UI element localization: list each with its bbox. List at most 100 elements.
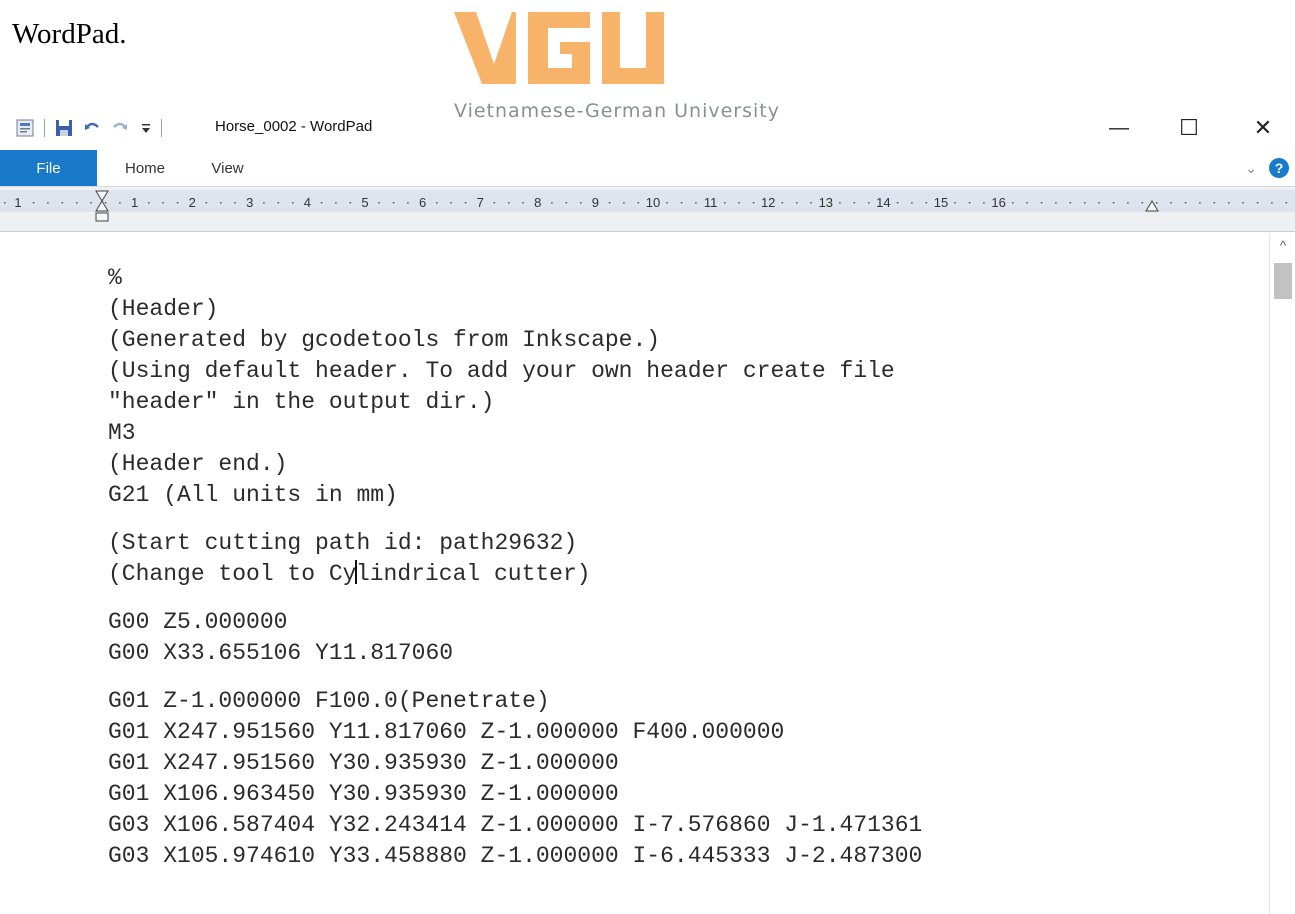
left-indent-marker-icon[interactable] [95,190,109,222]
close-button[interactable]: ✕ [1240,110,1286,146]
text-line[interactable]: G01 Z-1.000000 F100.0(Penetrate) [108,686,922,717]
text-line[interactable]: G03 X105.974610 Y33.458880 Z-1.000000 I-… [108,841,922,872]
ruler-tick [176,202,179,204]
minimize-button[interactable]: — [1096,110,1142,146]
text-line[interactable]: G00 Z5.000000 [108,607,922,638]
ruler-tick [162,202,164,204]
tab-view[interactable]: View [200,150,255,186]
text-line[interactable]: (Change tool to Cylindrical cutter) [108,559,922,590]
ruler-tick [335,202,337,204]
help-icon[interactable]: ? [1269,158,1289,178]
line-segment: (Change tool to Cy [108,561,357,587]
ruler-tick [1012,202,1014,204]
blank-line[interactable] [108,669,922,686]
ruler-label: 1 [131,195,138,210]
ruler-tick [551,202,553,204]
vertical-scrollbar[interactable]: ^ [1269,233,1295,914]
ruler-tick [752,202,755,204]
ruler-tick [680,202,683,204]
ruler-tick [378,202,380,204]
ruler-tick [1271,202,1273,204]
ruler-tick [608,202,611,204]
ruler-tick [4,202,6,204]
text-line[interactable]: "header" in the output dir.) [108,387,922,418]
ruler-tick [1127,202,1129,204]
text-line[interactable]: G01 X106.963450 Y30.935930 Z-1.000000 [108,779,922,810]
window-title: Horse_0002 - WordPad [215,118,373,135]
ruler-label: 7 [477,195,484,210]
text-line[interactable]: G01 X247.951560 Y30.935930 Z-1.000000 [108,748,922,779]
ruler-label: 5 [361,195,368,210]
ruler-tick [781,202,784,204]
ruler-label: 4 [304,195,311,210]
quick-access-toolbar [14,116,170,140]
save-icon[interactable] [53,117,75,139]
ruler-tick [1242,202,1244,204]
ruler-tick [738,202,740,204]
blank-line[interactable] [108,590,922,607]
ruler-tick [392,202,395,204]
ruler-tick [580,202,582,204]
ruler-tick [148,202,150,204]
ruler-tick [234,202,236,204]
customize-qat-icon[interactable] [135,117,157,139]
ruler-tick [1084,202,1086,204]
ruler-tick [493,202,496,204]
text-line[interactable]: (Using default header. To add your own h… [108,356,922,387]
ruler-tick [407,202,409,204]
ruler-tick [1228,202,1230,204]
document-text[interactable]: % (Header) (Generated by gcodetools from I… [108,263,922,872]
ruler-tick [868,202,870,204]
ruler[interactable]: 1 1 2 3 4 5 6 7 8 9 10 11 12 13 14 15 16 [0,186,1295,232]
blank-line[interactable] [108,511,922,528]
qat-separator [161,119,162,137]
text-line[interactable]: G21 (All units in mm) [108,480,922,511]
text-line[interactable]: (Generated by gcodetools from Inkscape.) [108,325,922,356]
ruler-tick [450,202,452,204]
ruler-tick [1184,202,1187,204]
text-line[interactable]: % [108,263,922,294]
ruler-tick [522,202,524,204]
text-line[interactable]: G01 X247.951560 Y11.817060 Z-1.000000 F4… [108,717,922,748]
ruler-label: 14 [876,195,890,210]
text-line[interactable]: G03 X106.587404 Y32.243414 Z-1.000000 I-… [108,810,922,841]
ruler-tick [839,202,841,204]
ruler-tick [1098,202,1100,204]
ruler-label: 8 [534,195,541,210]
scroll-up-arrow-icon[interactable]: ^ [1270,235,1295,255]
ruler-label: 13 [819,195,833,210]
line-segment: lindrical cutter) [355,561,591,587]
tab-file[interactable]: File [0,150,97,186]
text-line[interactable]: M3 [108,418,922,449]
ruler-tick [925,202,928,204]
ruler-tick [320,202,323,204]
undo-icon[interactable] [81,117,103,139]
caption-text: WordPad. [12,18,127,50]
ribbon-collapse-icon[interactable]: ⌄ [1245,160,1257,177]
ruler-label: 10 [646,195,660,210]
ruler-label: 15 [934,195,948,210]
ruler-tick [695,202,697,204]
ruler-tick [1256,202,1259,204]
scroll-thumb[interactable] [1274,263,1292,299]
text-line[interactable]: (Header) [108,294,922,325]
ruler-tick [796,202,798,204]
ruler-tick [911,202,913,204]
wordpad-app-icon[interactable] [14,117,36,139]
ruler-tick [1213,202,1216,204]
text-line[interactable]: (Start cutting path id: path29632) [108,528,922,559]
ruler-tick [277,202,280,204]
ruler-tick [1156,202,1158,204]
ruler-tick [436,202,438,204]
ruler-tick [292,202,294,204]
redo-icon[interactable] [109,117,131,139]
ruler-tick [968,202,971,204]
maximize-button[interactable]: ☐ [1166,110,1212,146]
ruler-tick [263,202,265,204]
text-line[interactable]: (Header end.) [108,449,922,480]
document-area[interactable]: % (Header) (Generated by gcodetools from I… [0,233,1295,914]
ruler-tick [623,202,625,204]
text-line[interactable]: G00 X33.655106 Y11.817060 [108,638,922,669]
ruler-label: 1 [14,195,21,210]
tab-home[interactable]: Home [115,150,175,186]
